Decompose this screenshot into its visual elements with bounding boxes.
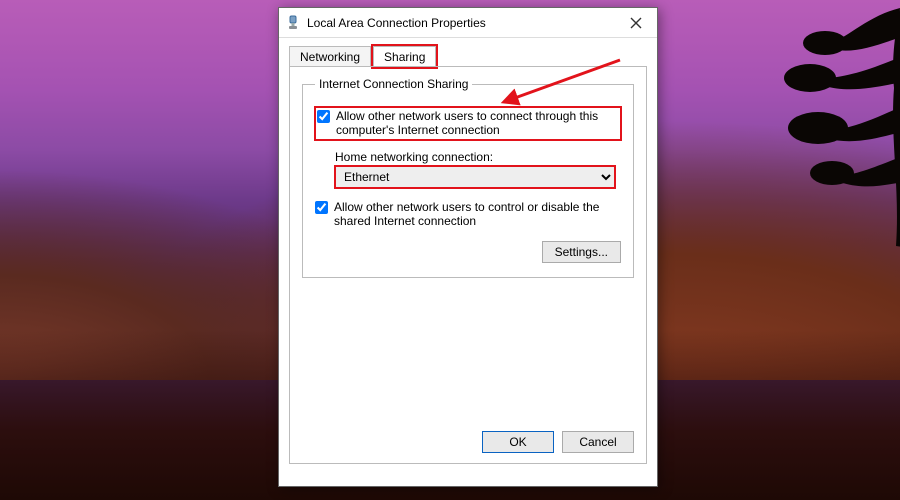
connection-properties-dialog: Local Area Connection Properties Network… bbox=[278, 7, 658, 487]
window-title: Local Area Connection Properties bbox=[307, 16, 617, 30]
home-networking-label: Home networking connection: bbox=[335, 150, 621, 164]
ics-legend: Internet Connection Sharing bbox=[315, 77, 472, 91]
allow-connect-row: Allow other network users to connect thr… bbox=[315, 107, 621, 140]
tab-sharing[interactable]: Sharing bbox=[373, 46, 436, 67]
cancel-button[interactable]: Cancel bbox=[562, 431, 634, 453]
allow-connect-checkbox[interactable] bbox=[317, 110, 330, 123]
close-icon bbox=[630, 17, 642, 29]
close-button[interactable] bbox=[617, 10, 655, 36]
tab-strip: Networking Sharing bbox=[289, 42, 647, 66]
allow-connect-label: Allow other network users to connect thr… bbox=[336, 109, 617, 138]
dialog-buttons: OK Cancel bbox=[482, 431, 634, 453]
allow-control-checkbox[interactable] bbox=[315, 201, 328, 214]
background-tree bbox=[770, 0, 900, 248]
settings-button[interactable]: Settings... bbox=[542, 241, 621, 263]
network-adapter-icon bbox=[285, 15, 301, 31]
ok-button[interactable]: OK bbox=[482, 431, 554, 453]
settings-row: Settings... bbox=[315, 241, 621, 263]
tab-panel-sharing: Internet Connection Sharing Allow other … bbox=[289, 66, 647, 464]
home-networking-select-wrap: Ethernet bbox=[335, 166, 621, 188]
home-networking-select[interactable]: Ethernet bbox=[335, 166, 615, 188]
ics-group: Internet Connection Sharing Allow other … bbox=[302, 77, 634, 278]
allow-control-row: Allow other network users to control or … bbox=[315, 200, 621, 229]
allow-control-label: Allow other network users to control or … bbox=[334, 200, 621, 229]
tab-networking[interactable]: Networking bbox=[289, 46, 371, 67]
titlebar: Local Area Connection Properties bbox=[279, 8, 657, 38]
